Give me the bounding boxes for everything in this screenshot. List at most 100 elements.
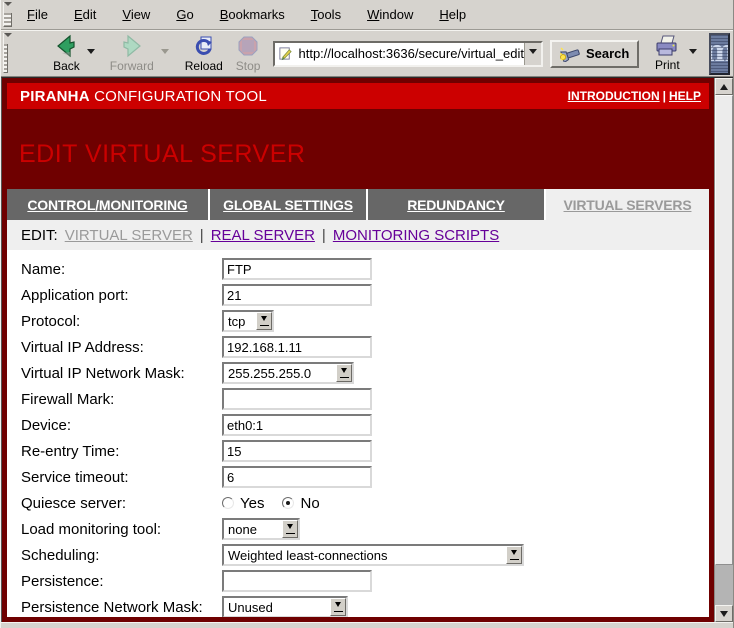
vip-netmask-select[interactable]: 255.255.255.0 bbox=[222, 362, 354, 384]
forward-icon bbox=[120, 34, 144, 58]
reload-button[interactable]: Reload bbox=[182, 33, 226, 75]
scrollbar-thumb[interactable] bbox=[715, 95, 733, 565]
form-row: Quiesce server: Yes No bbox=[21, 490, 709, 516]
down-arrow-icon bbox=[720, 611, 728, 621]
menu-view[interactable]: View bbox=[122, 7, 150, 22]
tab-global-settings[interactable]: GLOBAL SETTINGS bbox=[210, 189, 366, 220]
menu-tools[interactable]: Tools bbox=[311, 7, 341, 22]
subnav-separator: | bbox=[200, 227, 204, 244]
forward-button[interactable]: Forward bbox=[107, 33, 157, 75]
browser-viewport: PIRANHA CONFIGURATION TOOL INTRODUCTION|… bbox=[1, 77, 733, 622]
device-label: Device: bbox=[21, 417, 222, 434]
header-links: INTRODUCTION|HELP bbox=[568, 89, 701, 103]
form-row: Service timeout: bbox=[21, 464, 709, 490]
application-port-input[interactable] bbox=[222, 284, 372, 306]
scrollbar-track[interactable] bbox=[715, 95, 733, 605]
subnav-separator: | bbox=[322, 227, 326, 244]
back-history-dropdown[interactable] bbox=[87, 49, 95, 58]
print-dropdown[interactable] bbox=[689, 49, 697, 58]
firewall-mark-input[interactable] bbox=[222, 388, 372, 410]
app-title: PIRANHA CONFIGURATION TOOL bbox=[20, 88, 267, 105]
piranha-page: PIRANHA CONFIGURATION TOOL INTRODUCTION|… bbox=[2, 78, 714, 622]
menu-go[interactable]: Go bbox=[176, 7, 193, 22]
form-row: Re-entry Time: bbox=[21, 438, 709, 464]
menubar-grip-handle[interactable] bbox=[3, 2, 12, 27]
virtual-ip-input[interactable] bbox=[222, 336, 372, 358]
print-icon bbox=[654, 35, 680, 57]
load-monitoring-label: Load monitoring tool: bbox=[21, 521, 222, 538]
subnav-real-server-link[interactable]: REAL SERVER bbox=[211, 227, 315, 244]
mozilla-m-icon: m bbox=[709, 37, 730, 67]
introduction-link[interactable]: INTRODUCTION bbox=[568, 89, 660, 103]
vertical-scrollbar[interactable] bbox=[714, 78, 733, 622]
tab-virtual-servers[interactable]: VIRTUAL SERVERS bbox=[546, 189, 709, 220]
device-input[interactable] bbox=[222, 414, 372, 436]
reload-icon bbox=[192, 34, 216, 58]
dropdown-arrow-icon bbox=[506, 546, 522, 564]
load-monitoring-select[interactable]: none bbox=[222, 518, 300, 540]
search-flashlight-icon bbox=[560, 46, 582, 62]
forward-history-dropdown[interactable] bbox=[161, 49, 169, 58]
name-label: Name: bbox=[21, 261, 222, 278]
back-button[interactable]: Back bbox=[50, 33, 83, 75]
dropdown-arrow-icon bbox=[256, 312, 272, 330]
service-timeout-input[interactable] bbox=[222, 466, 372, 488]
scroll-down-button[interactable] bbox=[715, 605, 733, 622]
persistence-input[interactable] bbox=[222, 570, 372, 592]
subnav-monitoring-scripts-link[interactable]: MONITORING SCRIPTS bbox=[333, 227, 499, 244]
mozilla-logo-button[interactable]: m bbox=[709, 33, 730, 75]
help-link[interactable]: HELP bbox=[669, 89, 701, 103]
menu-bar: File Edit View Go Bookmarks Tools Window… bbox=[1, 0, 733, 30]
dropdown-arrow-icon bbox=[330, 598, 346, 616]
toolbar-grip-handle[interactable] bbox=[3, 33, 8, 73]
url-bar[interactable]: http://localhost:3636/secure/virtual_edi… bbox=[273, 41, 542, 67]
service-timeout-label: Service timeout: bbox=[21, 469, 222, 486]
scroll-up-button[interactable] bbox=[715, 78, 733, 95]
menu-edit[interactable]: Edit bbox=[74, 7, 96, 22]
print-button[interactable]: Print bbox=[651, 33, 683, 75]
form-row: Name: bbox=[21, 256, 709, 282]
menu-window[interactable]: Window bbox=[367, 7, 413, 22]
menu-file[interactable]: File bbox=[27, 7, 48, 22]
form-row: Persistence: bbox=[21, 568, 709, 594]
persistence-netmask-label: Persistence Network Mask: bbox=[21, 599, 222, 616]
reentry-time-label: Re-entry Time: bbox=[21, 443, 222, 460]
tab-redundancy[interactable]: REDUNDANCY bbox=[368, 189, 544, 220]
up-arrow-icon bbox=[720, 80, 728, 90]
persistence-netmask-select[interactable]: Unused bbox=[222, 596, 348, 617]
menu-help[interactable]: Help bbox=[439, 7, 466, 22]
search-button[interactable]: Search bbox=[550, 40, 639, 68]
form-row: Load monitoring tool: none bbox=[21, 516, 709, 542]
quiesce-yes-radio[interactable] bbox=[222, 497, 234, 509]
quiesce-no-radio[interactable] bbox=[282, 497, 294, 509]
vip-netmask-label: Virtual IP Network Mask: bbox=[21, 365, 222, 382]
window-bottom-edge bbox=[1, 622, 733, 628]
browser-window: File Edit View Go Bookmarks Tools Window… bbox=[0, 0, 734, 628]
quiesce-radio-group: Yes No bbox=[222, 495, 332, 512]
protocol-label: Protocol: bbox=[21, 313, 222, 330]
virtual-ip-label: Virtual IP Address: bbox=[21, 339, 222, 356]
name-input[interactable] bbox=[222, 258, 372, 280]
url-dropdown-button[interactable] bbox=[524, 43, 541, 65]
piranha-header-bar: PIRANHA CONFIGURATION TOOL INTRODUCTION|… bbox=[7, 83, 709, 109]
scheduling-select[interactable]: Weighted least-connections bbox=[222, 544, 524, 566]
dropdown-arrow-icon bbox=[336, 364, 352, 382]
tab-control-monitoring[interactable]: CONTROL/MONITORING bbox=[7, 189, 208, 220]
back-icon bbox=[54, 34, 78, 58]
stop-button[interactable]: Stop bbox=[233, 33, 264, 75]
form-row: Device: bbox=[21, 412, 709, 438]
url-input[interactable]: http://localhost:3636/secure/virtual_edi… bbox=[295, 46, 523, 61]
title-zone: EDIT VIRTUAL SERVER bbox=[7, 109, 709, 189]
virtual-server-form: Name: Application port: Protocol: tcp bbox=[7, 250, 709, 617]
quiesce-yes-label: Yes bbox=[240, 495, 264, 512]
subnav-virtual-server-link[interactable]: VIRTUAL SERVER bbox=[65, 227, 193, 244]
form-row: Persistence Network Mask: Unused bbox=[21, 594, 709, 617]
page-bookmark-icon[interactable] bbox=[278, 46, 293, 61]
reentry-time-input[interactable] bbox=[222, 440, 372, 462]
persistence-label: Persistence: bbox=[21, 573, 222, 590]
menu-bookmarks[interactable]: Bookmarks bbox=[220, 7, 285, 22]
navigation-toolbar: Back Forward Reload Stop http: bbox=[1, 30, 733, 77]
protocol-select[interactable]: tcp bbox=[222, 310, 274, 332]
dropdown-arrow-icon bbox=[282, 520, 298, 538]
form-row: Virtual IP Address: bbox=[21, 334, 709, 360]
